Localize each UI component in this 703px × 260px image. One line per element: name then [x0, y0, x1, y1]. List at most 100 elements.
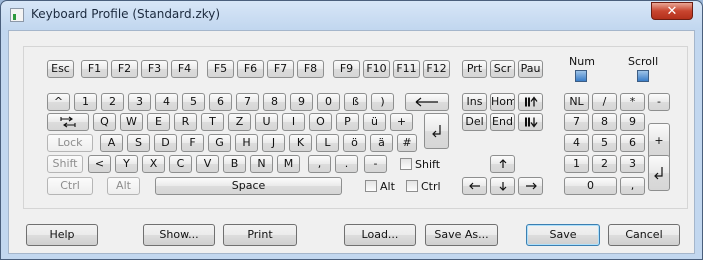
show-button[interactable]: Show... — [143, 224, 215, 246]
key-num-7[interactable]: 7 — [564, 113, 589, 131]
key-num-comma[interactable]: , — [620, 177, 645, 195]
key-i[interactable]: I — [282, 113, 305, 131]
key-num-4[interactable]: 4 — [564, 134, 589, 152]
key-f11[interactable]: F11 — [393, 60, 420, 78]
key-esc[interactable]: Esc — [47, 60, 74, 78]
key-l[interactable]: L — [316, 134, 339, 152]
key-o-umlaut[interactable]: ö — [343, 134, 366, 152]
key-plus[interactable]: + — [390, 113, 413, 131]
help-button[interactable]: Help — [26, 224, 98, 246]
key-z[interactable]: Z — [228, 113, 251, 131]
key-left-shift[interactable]: Shift — [47, 155, 83, 173]
key-num-minus[interactable]: - — [648, 93, 670, 111]
key-7[interactable]: 7 — [236, 93, 259, 111]
save-button[interactable]: Save — [526, 224, 600, 246]
key-f5[interactable]: F5 — [207, 60, 234, 78]
print-button[interactable]: Print — [223, 224, 297, 246]
key-less-than[interactable]: < — [88, 155, 111, 173]
key-f8[interactable]: F8 — [297, 60, 324, 78]
key-p[interactable]: P — [336, 113, 359, 131]
key-3[interactable]: 3 — [128, 93, 151, 111]
key-h[interactable]: H — [235, 134, 258, 152]
key-5[interactable]: 5 — [182, 93, 205, 111]
alt-checkbox[interactable] — [365, 180, 377, 192]
key-arrow-left[interactable] — [462, 177, 487, 195]
close-button[interactable]: ✕ — [651, 2, 693, 20]
key-left-ctrl[interactable]: Ctrl — [47, 177, 93, 195]
key-scr[interactable]: Scr — [490, 60, 515, 78]
key-q[interactable]: Q — [93, 113, 116, 131]
key-num-lock[interactable]: NL — [564, 93, 589, 111]
key-prt[interactable]: Prt — [462, 60, 487, 78]
key-u[interactable]: U — [255, 113, 278, 131]
key-end[interactable]: End — [490, 113, 515, 131]
key-a[interactable]: A — [100, 134, 123, 152]
key-f7[interactable]: F7 — [267, 60, 294, 78]
key-t[interactable]: T — [201, 113, 224, 131]
key-f12[interactable]: F12 — [423, 60, 450, 78]
key-j[interactable]: J — [262, 134, 285, 152]
key-space[interactable]: Space — [155, 177, 342, 195]
load-button[interactable]: Load... — [344, 224, 416, 246]
key-s[interactable]: S — [127, 134, 150, 152]
key-g[interactable]: G — [208, 134, 231, 152]
key-d[interactable]: D — [154, 134, 177, 152]
key-num-5[interactable]: 5 — [592, 134, 617, 152]
key-minus[interactable]: - — [364, 155, 387, 173]
key-o[interactable]: O — [309, 113, 332, 131]
key-n[interactable]: N — [250, 155, 273, 173]
key-6[interactable]: 6 — [209, 93, 232, 111]
key-hom[interactable]: Hom — [490, 93, 515, 111]
key-left-alt[interactable]: Alt — [107, 177, 140, 195]
key-page-down[interactable] — [518, 113, 543, 131]
ctrl-checkbox[interactable] — [406, 180, 418, 192]
key-r[interactable]: R — [174, 113, 197, 131]
key-1[interactable]: 1 — [74, 93, 97, 111]
key-f[interactable]: F — [181, 134, 204, 152]
key-arrow-right[interactable] — [518, 177, 543, 195]
key-num-8[interactable]: 8 — [592, 113, 617, 131]
key-8[interactable]: 8 — [263, 93, 286, 111]
key-arrow-up[interactable] — [490, 155, 515, 173]
key-arrow-down[interactable] — [490, 177, 515, 195]
key-f6[interactable]: F6 — [237, 60, 264, 78]
key-k[interactable]: K — [289, 134, 312, 152]
key-m[interactable]: M — [277, 155, 300, 173]
key-num-6[interactable]: 6 — [620, 134, 645, 152]
key-paren[interactable]: ) — [371, 93, 394, 111]
key-pau[interactable]: Pau — [518, 60, 543, 78]
key-9[interactable]: 9 — [290, 93, 313, 111]
key-period[interactable]: . — [335, 155, 358, 173]
key-num-1[interactable]: 1 — [564, 155, 589, 173]
key-f3[interactable]: F3 — [141, 60, 168, 78]
key-caret[interactable]: ^ — [47, 93, 70, 111]
key-comma[interactable]: , — [308, 155, 331, 173]
save-as-button[interactable]: Save As... — [425, 224, 498, 246]
key-num-enter[interactable] — [648, 155, 670, 191]
key-f4[interactable]: F4 — [171, 60, 198, 78]
key-e[interactable]: E — [147, 113, 170, 131]
key-num-0[interactable]: 0 — [564, 177, 617, 195]
key-page-up[interactable] — [518, 93, 543, 111]
key-num-9[interactable]: 9 — [620, 113, 645, 131]
key-num-star[interactable]: * — [620, 93, 645, 111]
key-tab[interactable] — [47, 113, 89, 131]
key-eszett[interactable]: ß — [344, 93, 367, 111]
key-backspace[interactable] — [405, 93, 449, 111]
key-2[interactable]: 2 — [101, 93, 124, 111]
key-4[interactable]: 4 — [155, 93, 178, 111]
key-num-slash[interactable]: / — [592, 93, 617, 111]
key-f10[interactable]: F10 — [363, 60, 390, 78]
key-num-3[interactable]: 3 — [620, 155, 645, 173]
key-hash[interactable]: # — [397, 134, 417, 152]
key-caps-lock[interactable]: Lock — [47, 134, 93, 152]
cancel-button[interactable]: Cancel — [608, 224, 680, 246]
key-del[interactable]: Del — [462, 113, 487, 131]
key-enter[interactable] — [424, 113, 449, 149]
key-f2[interactable]: F2 — [111, 60, 138, 78]
key-f9[interactable]: F9 — [333, 60, 360, 78]
key-w[interactable]: W — [120, 113, 143, 131]
key-0[interactable]: 0 — [317, 93, 340, 111]
key-v[interactable]: V — [196, 155, 219, 173]
key-c[interactable]: C — [169, 155, 192, 173]
